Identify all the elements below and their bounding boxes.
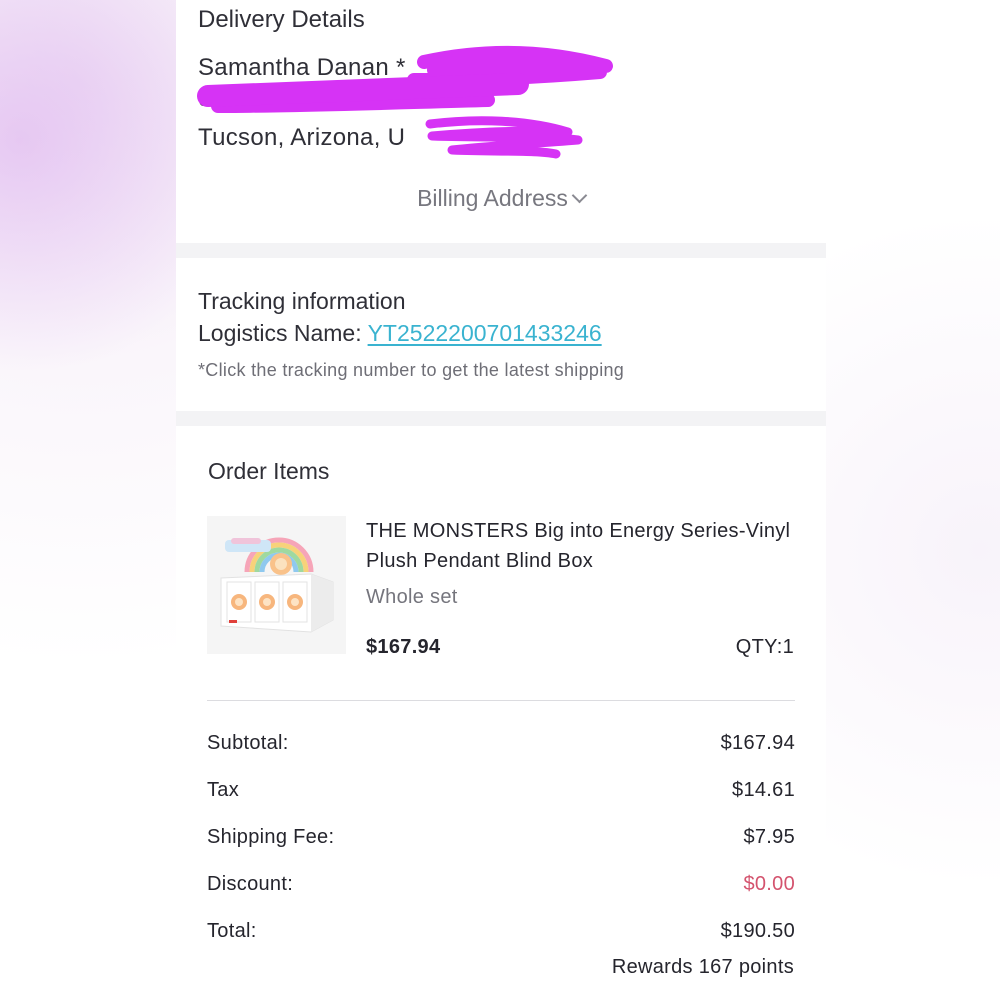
shipping-label: Shipping Fee: bbox=[207, 826, 335, 848]
total-row: Total: $190.50 bbox=[207, 920, 795, 943]
tracking-note: *Click the tracking number to get the la… bbox=[198, 360, 625, 380]
street-address: 9 bbox=[198, 85, 212, 112]
logistics-label: Logistics Name: bbox=[198, 320, 368, 346]
subtotal-row: Subtotal: $167.94 bbox=[207, 732, 795, 755]
subtotal-label: Subtotal: bbox=[207, 732, 289, 754]
redaction-scribble-bottom bbox=[425, 116, 583, 159]
product-price: $167.94 bbox=[366, 636, 441, 658]
tracking-card: Tracking information Logistics Name: YT2… bbox=[176, 258, 826, 411]
product-quantity: QTY:1 bbox=[735, 636, 794, 658]
chevron-down-icon bbox=[571, 187, 588, 204]
divider bbox=[207, 700, 795, 701]
delivery-details-card: Delivery Details Samantha Danan * 9 Tucs… bbox=[176, 0, 826, 243]
order-items-card: Order Items THE MONSTERS Big into Energy… bbox=[176, 426, 826, 1000]
billing-address-toggle[interactable]: Billing Address bbox=[176, 185, 826, 212]
tracking-title: Tracking information bbox=[198, 288, 406, 314]
tax-label: Tax bbox=[207, 779, 240, 801]
city-state-country: Tucson, Arizona, U bbox=[198, 124, 406, 151]
rewards-points: Rewards 167 points bbox=[611, 956, 794, 978]
discount-value: $0.00 bbox=[743, 873, 795, 895]
recipient-name: Samantha Danan * bbox=[198, 54, 406, 81]
blind-box-image bbox=[207, 516, 346, 654]
tax-value: $14.61 bbox=[732, 779, 795, 801]
product-name[interactable]: THE MONSTERS Big into Energy Series-Viny… bbox=[366, 516, 806, 576]
subtotal-value: $167.94 bbox=[720, 732, 795, 754]
shipping-value: $7.95 bbox=[743, 826, 795, 848]
shipping-row: Shipping Fee: $7.95 bbox=[207, 826, 795, 849]
delivery-details-title: Delivery Details bbox=[198, 6, 365, 33]
billing-address-label: Billing Address bbox=[417, 185, 568, 211]
product-thumbnail[interactable] bbox=[207, 516, 346, 654]
total-label: Total: bbox=[207, 920, 257, 942]
order-detail-screen: Delivery Details Samantha Danan * 9 Tucs… bbox=[176, 0, 826, 1000]
discount-row: Discount: $0.00 bbox=[207, 873, 795, 896]
tax-row: Tax $14.61 bbox=[207, 779, 795, 802]
product-variant: Whole set bbox=[366, 586, 458, 608]
total-value: $190.50 bbox=[720, 920, 795, 942]
discount-label: Discount: bbox=[207, 873, 294, 895]
tracking-number-link[interactable]: YT2522200701433246 bbox=[368, 320, 602, 346]
order-items-title: Order Items bbox=[208, 458, 330, 484]
logistics-row: Logistics Name: YT2522200701433246 bbox=[198, 320, 602, 347]
